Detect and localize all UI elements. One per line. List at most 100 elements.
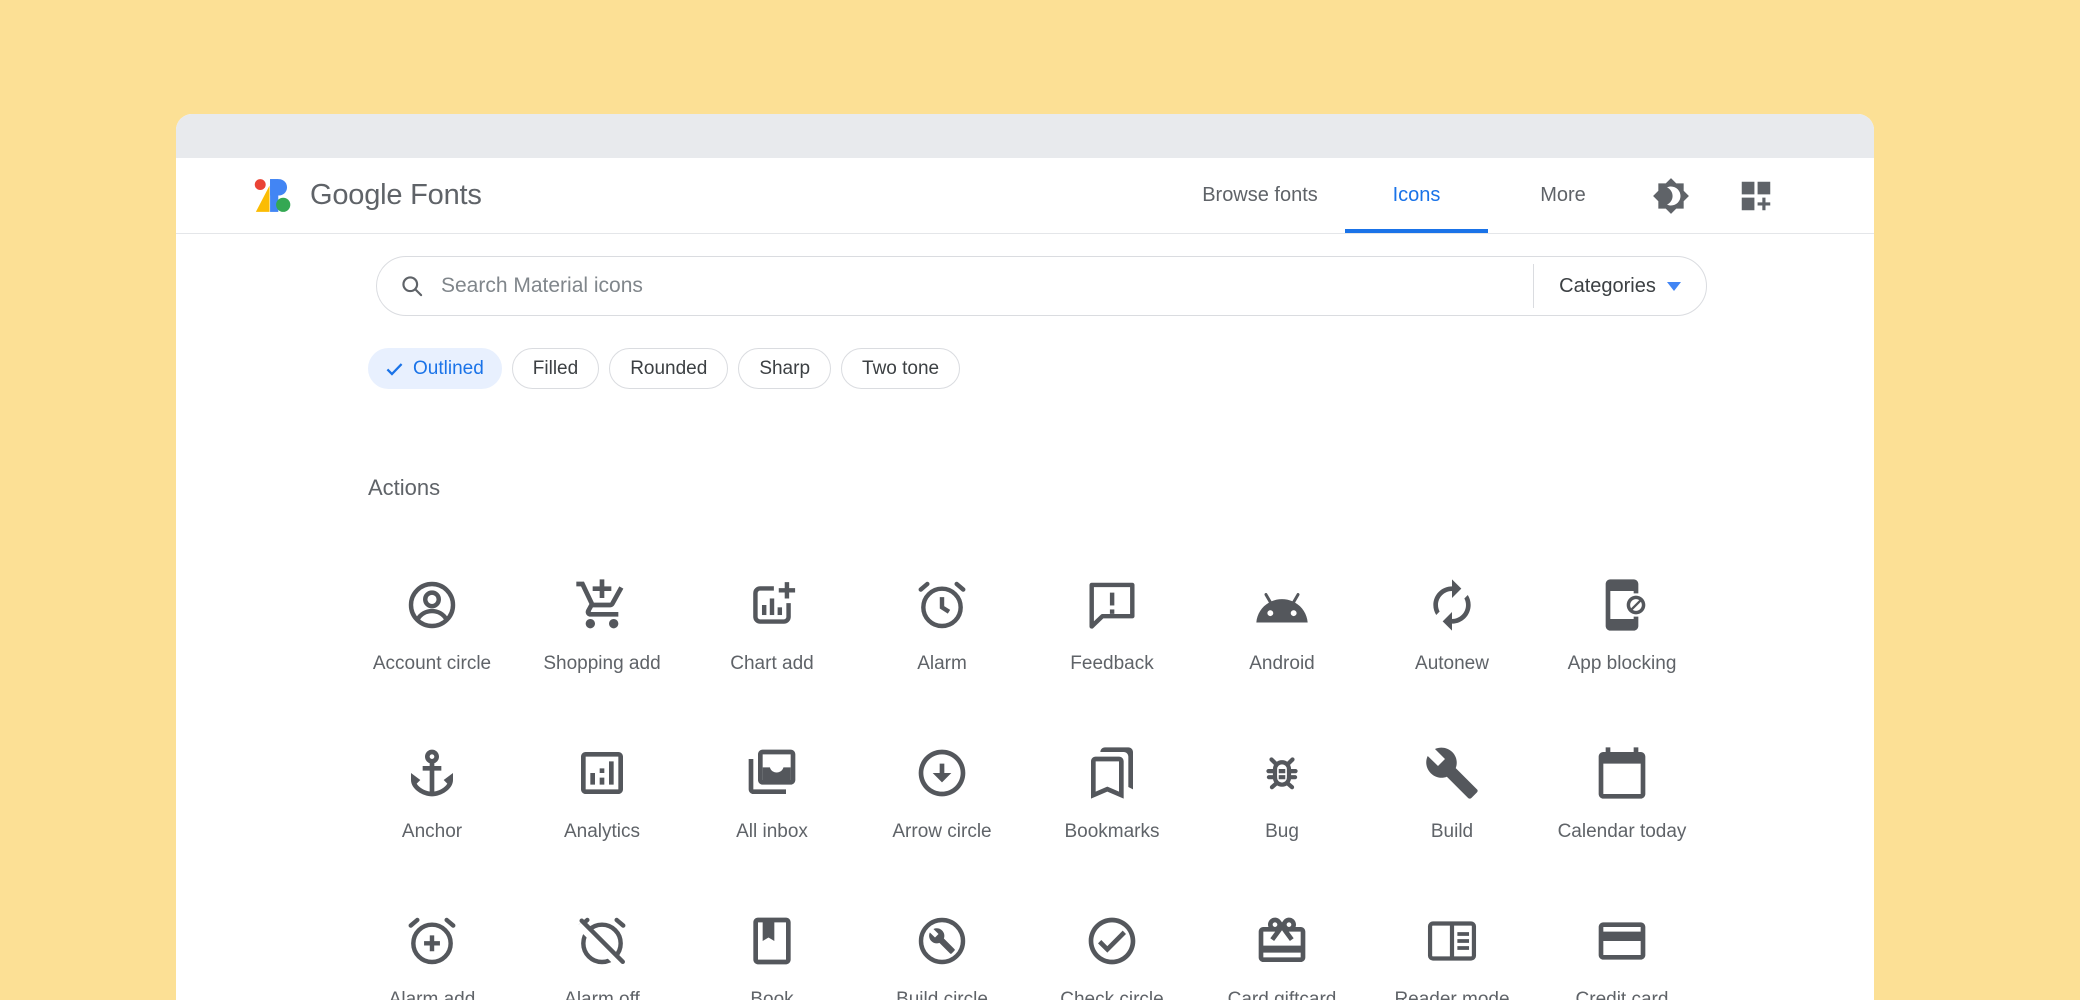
google-fonts-logo-link[interactable]: Google Fonts <box>254 178 482 213</box>
icon-label: Arrow circle <box>892 821 991 843</box>
card-giftcard-icon <box>1254 913 1310 969</box>
bookmarks-icon <box>1084 745 1140 801</box>
icon-label: Autonew <box>1415 653 1489 675</box>
icon-card-calendar-today[interactable]: Calendar today <box>1537 745 1707 843</box>
book-icon <box>744 913 800 969</box>
icon-card-shopping-add[interactable]: Shopping add <box>517 577 687 675</box>
calendar-today-icon <box>1594 745 1650 801</box>
icon-label: Account circle <box>373 653 491 675</box>
tab-icons[interactable]: Icons <box>1345 158 1488 233</box>
icon-label: Card giftcard <box>1228 989 1337 1000</box>
dark-mode-toggle-icon <box>1652 177 1690 215</box>
tab-more[interactable]: More <box>1509 158 1617 233</box>
chart-add-icon <box>744 577 800 633</box>
all-inbox-icon <box>744 745 800 801</box>
window-chrome-bar <box>176 114 1874 158</box>
anchor-icon <box>404 745 460 801</box>
shopping-add-icon <box>574 577 630 633</box>
chip-label-outlined: Outlined <box>413 358 484 380</box>
tab-browse-fonts[interactable]: Browse fonts <box>1185 158 1335 233</box>
page-background: Google Fonts Browse fonts Icons More Cat… <box>0 0 2080 1000</box>
icon-label: Bookmarks <box>1064 821 1159 843</box>
bug-icon <box>1254 745 1310 801</box>
section-title: Actions <box>368 475 1874 501</box>
categories-label: Categories <box>1559 275 1656 298</box>
main-nav: Browse fonts Icons More <box>1185 158 1780 233</box>
icon-card-build-circle[interactable]: Build circle <box>857 913 1027 1000</box>
categories-dropdown[interactable]: Categories <box>1534 257 1706 315</box>
icon-card-alarm-off[interactable]: Alarm off <box>517 913 687 1000</box>
chip-two-tone[interactable]: Two tone <box>841 348 960 389</box>
icon-label: Alarm <box>917 653 967 675</box>
icon-card-android[interactable]: Android <box>1197 577 1367 675</box>
check-circle-icon <box>1084 913 1140 969</box>
android-icon <box>1254 577 1310 633</box>
apps-grid-icon <box>1737 177 1775 215</box>
account-circle-icon <box>404 577 460 633</box>
apps-grid-button[interactable] <box>1732 172 1780 220</box>
icon-label: Check circle <box>1060 989 1163 1000</box>
alarm-add-icon <box>404 913 460 969</box>
icon-label: Build <box>1431 821 1473 843</box>
google-fonts-logo-icon <box>254 178 296 213</box>
browser-window: Google Fonts Browse fonts Icons More Cat… <box>176 114 1874 1000</box>
chip-sharp[interactable]: Sharp <box>738 348 831 389</box>
icon-card-bookmarks[interactable]: Bookmarks <box>1027 745 1197 843</box>
icon-card-arrow-circle[interactable]: Arrow circle <box>857 745 1027 843</box>
autonew-icon <box>1424 577 1480 633</box>
icon-card-anchor[interactable]: Anchor <box>347 745 517 843</box>
brand-wordmark: Google Fonts <box>310 179 482 212</box>
icon-label: Alarm off <box>564 989 640 1000</box>
icon-label: Feedback <box>1070 653 1153 675</box>
icon-card-credit-card[interactable]: Credit card <box>1537 913 1707 1000</box>
icon-card-reader-mode[interactable]: Reader mode <box>1367 913 1537 1000</box>
icon-label: Bug <box>1265 821 1299 843</box>
icon-label: All inbox <box>736 821 808 843</box>
alarm-off-icon <box>574 913 630 969</box>
icon-label: Android <box>1249 653 1315 675</box>
icon-card-alarm[interactable]: Alarm <box>857 577 1027 675</box>
arrow-circle-icon <box>914 745 970 801</box>
icon-card-build[interactable]: Build <box>1367 745 1537 843</box>
reader-mode-icon <box>1424 913 1480 969</box>
icon-card-analytics[interactable]: Analytics <box>517 745 687 843</box>
icon-card-chart-add[interactable]: Chart add <box>687 577 857 675</box>
check-icon <box>386 362 403 376</box>
app-blocking-icon <box>1594 577 1650 633</box>
icon-label: Build circle <box>896 989 988 1000</box>
feedback-icon <box>1084 577 1140 633</box>
icon-grid: Account circle Shopping add Chart add Al… <box>347 577 1874 1000</box>
icon-label: Calendar today <box>1558 821 1687 843</box>
icon-label: Chart add <box>730 653 813 675</box>
icon-card-all-inbox[interactable]: All inbox <box>687 745 857 843</box>
icon-label: Shopping add <box>543 653 660 675</box>
icon-card-alarm-add[interactable]: Alarm add <box>347 913 517 1000</box>
icon-card-autonew[interactable]: Autonew <box>1367 577 1537 675</box>
icon-card-check-circle[interactable]: Check circle <box>1027 913 1197 1000</box>
icon-label: Anchor <box>402 821 462 843</box>
chip-label-filled: Filled <box>533 358 578 380</box>
icon-label: Analytics <box>564 821 640 843</box>
icon-card-account-circle[interactable]: Account circle <box>347 577 517 675</box>
search-bar: Categories <box>376 256 1707 316</box>
search-input[interactable] <box>425 257 1533 315</box>
chip-outlined[interactable]: Outlined <box>368 348 502 389</box>
chip-label-two-tone: Two tone <box>862 358 939 380</box>
chevron-down-icon <box>1667 282 1681 291</box>
icon-card-app-blocking[interactable]: App blocking <box>1537 577 1707 675</box>
alarm-icon <box>914 577 970 633</box>
credit-card-icon <box>1594 913 1650 969</box>
search-icon <box>399 273 425 299</box>
icon-card-book[interactable]: Book <box>687 913 857 1000</box>
chip-filled[interactable]: Filled <box>512 348 599 389</box>
icon-label: App blocking <box>1568 653 1677 675</box>
dark-mode-toggle-button[interactable] <box>1647 172 1695 220</box>
icon-card-card-giftcard[interactable]: Card giftcard <box>1197 913 1367 1000</box>
icon-card-feedback[interactable]: Feedback <box>1027 577 1197 675</box>
chip-rounded[interactable]: Rounded <box>609 348 728 389</box>
icon-label: Alarm add <box>389 989 476 1000</box>
icon-label: Book <box>750 989 793 1000</box>
icon-card-bug[interactable]: Bug <box>1197 745 1367 843</box>
site-header: Google Fonts Browse fonts Icons More <box>176 158 1874 234</box>
icon-label: Credit card <box>1576 989 1669 1000</box>
